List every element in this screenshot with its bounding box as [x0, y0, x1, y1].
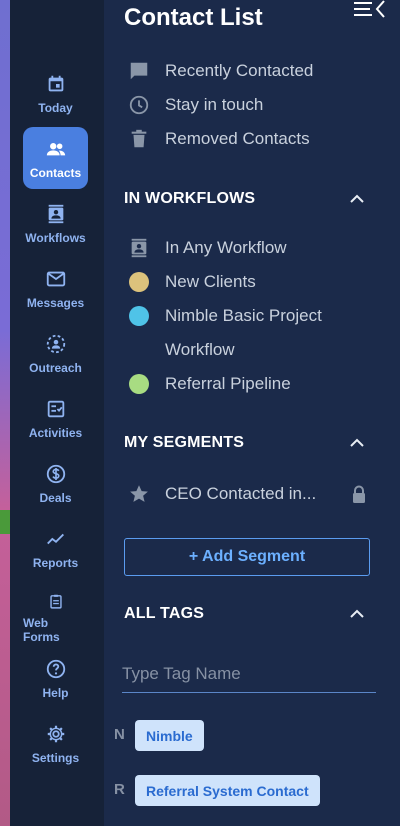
sidebar-item-reports[interactable]: Reports — [23, 517, 88, 579]
tag-group-letter: R — [114, 781, 125, 798]
sidebar-item-activities[interactable]: Activities — [23, 387, 88, 449]
list-item-label: New Clients — [165, 272, 256, 291]
list-item-label: Recently Contacted — [165, 61, 314, 80]
chevron-up-icon[interactable] — [348, 190, 366, 208]
chat-icon — [128, 60, 150, 82]
clipboard-icon — [49, 594, 62, 609]
list-item-label: CEO Contacted in... — [165, 484, 317, 503]
contact-list-panel: Contact List Recently Contacted Stay in … — [104, 0, 400, 826]
section-heading-segments: MY SEGMENTS — [124, 434, 245, 451]
people-icon — [46, 143, 65, 156]
tag-search-field — [122, 656, 376, 693]
list-item-stay-in-touch[interactable]: Stay in touch — [128, 94, 263, 116]
gear-icon — [47, 725, 64, 743]
list-item-nimble-basic-project-line2[interactable]: Workflow — [128, 339, 235, 361]
tag-chip-referral-system-contact[interactable]: Referral System Contact — [135, 775, 320, 806]
mail-icon — [46, 271, 65, 287]
sidebar-item-web-forms[interactable]: Web Forms — [23, 582, 88, 644]
list-item-label: Stay in touch — [165, 95, 264, 114]
list-item-label: Removed Contacts — [165, 129, 310, 148]
tag-chip-nimble[interactable]: Nimble — [135, 720, 204, 751]
sidebar-item-label: Help — [42, 686, 69, 700]
chevron-up-icon[interactable] — [348, 434, 366, 452]
section-heading-workflows: IN WORKFLOWS — [124, 190, 256, 207]
list-item-recently-contacted[interactable]: Recently Contacted — [128, 60, 313, 82]
contact-card-icon — [128, 237, 150, 259]
contact-card-icon — [48, 204, 63, 224]
list-item-removed-contacts[interactable]: Removed Contacts — [128, 128, 310, 150]
workflow-color-dot — [129, 272, 149, 292]
trash-icon — [128, 128, 150, 150]
dollar-icon — [46, 464, 65, 484]
sidebar-item-label: Workflows — [25, 231, 86, 245]
list-item-label: Nimble Basic Project — [165, 306, 322, 325]
sidebar-item-label: Messages — [26, 296, 85, 310]
workflow-color-dot — [129, 374, 149, 394]
sidebar-item-workflows[interactable]: Workflows — [23, 192, 88, 254]
page-title: Contact List — [124, 4, 263, 31]
list-item-in-any-workflow[interactable]: In Any Workflow — [128, 237, 287, 259]
section-heading-tags: ALL TAGS — [124, 605, 205, 622]
clock-icon — [128, 94, 150, 116]
sidebar-item-label: Contacts — [29, 166, 82, 180]
sidebar-item-today[interactable]: Today — [23, 62, 88, 124]
list-item-referral-pipeline[interactable]: Referral Pipeline — [128, 373, 291, 395]
sidebar-item-settings[interactable]: Settings — [23, 712, 88, 774]
list-item-segment[interactable]: CEO Contacted in... — [128, 483, 378, 505]
calendar-icon — [48, 75, 63, 92]
sidebar-item-label: Activities — [28, 426, 83, 440]
sidebar-item-label: Outreach — [29, 361, 82, 375]
sidebar-item-label: Web Forms — [23, 616, 60, 644]
sidebar-item-help[interactable]: Help — [23, 647, 88, 709]
add-segment-button[interactable]: + Add Segment — [124, 538, 370, 576]
sidebar-item-label: Reports — [32, 556, 79, 570]
tag-search-input[interactable] — [122, 664, 376, 684]
chevron-up-icon[interactable] — [348, 605, 366, 623]
background-strip — [0, 0, 10, 826]
sidebar-item-label: Deals — [39, 491, 72, 505]
list-item-label: Workflow — [165, 340, 235, 359]
sidebar-rail: Today Contacts Workflows Messages Outrea… — [10, 0, 104, 826]
background-accent — [0, 510, 10, 534]
sidebar-item-outreach[interactable]: Outreach — [23, 322, 88, 384]
sidebar-item-deals[interactable]: Deals — [23, 452, 88, 514]
sidebar-item-label: Today — [38, 101, 73, 115]
trend-icon — [46, 533, 64, 545]
star-icon — [128, 483, 150, 505]
sidebar-item-messages[interactable]: Messages — [23, 257, 88, 319]
help-icon — [46, 659, 65, 679]
list-item-nimble-basic-project[interactable]: Nimble Basic Project — [128, 305, 322, 327]
sidebar-item-label: Settings — [31, 751, 80, 765]
tag-group-letter: N — [114, 726, 125, 743]
list-item-label: Referral Pipeline — [165, 374, 291, 393]
workflow-color-dot — [129, 306, 149, 326]
list-item-new-clients[interactable]: New Clients — [128, 271, 256, 293]
outreach-icon — [46, 334, 65, 354]
checklist-icon — [47, 400, 64, 418]
lock-icon — [353, 485, 365, 503]
list-item-label: In Any Workflow — [165, 238, 287, 257]
sidebar-item-contacts[interactable]: Contacts — [23, 127, 88, 189]
collapse-menu-icon[interactable] — [352, 0, 386, 18]
